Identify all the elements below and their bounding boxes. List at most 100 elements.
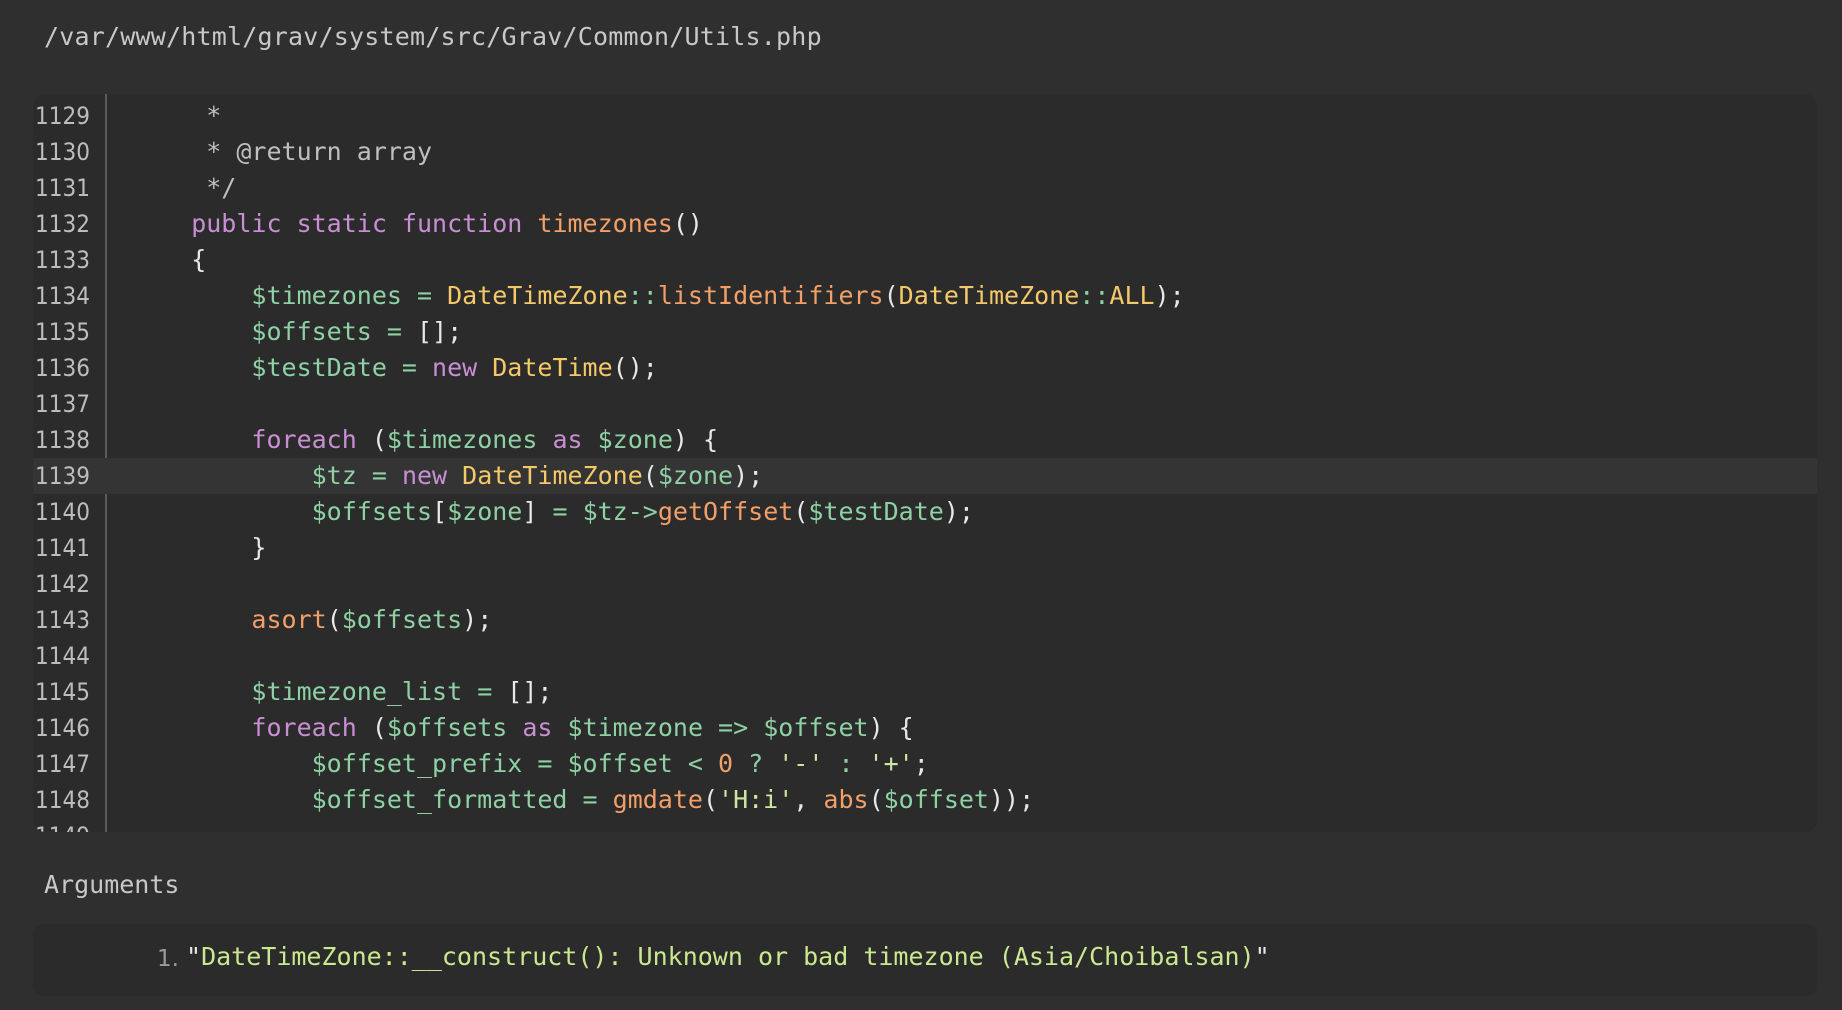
line-number: 1136 xyxy=(35,354,90,382)
code-token: ALL xyxy=(1109,281,1155,310)
code-token: DateTime xyxy=(492,353,613,382)
line-number: 1139 xyxy=(35,462,90,490)
code-source: $tz = new DateTimeZone($zone); xyxy=(131,458,764,494)
arguments-panel: 1. "DateTimeZone::__construct(): Unknown… xyxy=(33,924,1817,996)
code-token: , xyxy=(793,785,824,814)
code-token: ? xyxy=(733,749,779,778)
code-token: :: xyxy=(1079,281,1110,310)
code-line: 1142 xyxy=(33,566,1817,602)
code-token: = xyxy=(462,677,508,706)
code-token: * @return array xyxy=(131,137,433,166)
code-token: $offset_prefix xyxy=(131,749,523,778)
code-source: foreach ($timezones as $zone) { xyxy=(131,422,718,458)
code-token: ( xyxy=(371,425,387,454)
code-line: 1149 xyxy=(33,818,1817,832)
code-token: public static function xyxy=(131,209,538,238)
code-token: 'H:i' xyxy=(718,785,794,814)
code-line: 1129 * xyxy=(33,98,1817,134)
code-token: '-' xyxy=(778,749,824,778)
code-token: :: xyxy=(627,281,658,310)
line-number: 1138 xyxy=(35,426,90,454)
line-number: 1131 xyxy=(35,174,90,202)
code-token: ); xyxy=(943,497,974,526)
code-line: 1141 } xyxy=(33,530,1817,566)
code-token: '+' xyxy=(868,749,914,778)
code-line: 1132 public static function timezones() xyxy=(33,206,1817,242)
code-source: asort($offsets); xyxy=(131,602,492,638)
line-number: 1144 xyxy=(35,642,90,670)
code-token: : xyxy=(823,749,869,778)
code-line: 1136 $testDate = new DateTime(); xyxy=(33,350,1817,386)
code-token: $offsets xyxy=(131,317,372,346)
code-token: $timezones xyxy=(131,281,402,310)
code-source: $offset_formatted = gmdate('H:i', abs($o… xyxy=(131,782,1035,818)
code-token: < xyxy=(672,749,719,778)
code-source: $timezone_list = []; xyxy=(131,674,552,710)
code-line: 1138 foreach ($timezones as $zone) { xyxy=(33,422,1817,458)
line-number: 1132 xyxy=(35,210,90,238)
arguments-heading: Arguments xyxy=(44,870,180,899)
code-token: ] xyxy=(522,497,538,526)
line-number: 1137 xyxy=(35,390,90,418)
code-line: 1133 { xyxy=(33,242,1817,278)
code-source: * @return array xyxy=(131,134,432,170)
code-line: 1137 xyxy=(33,386,1817,422)
line-number: 1130 xyxy=(35,138,90,166)
code-token: ( xyxy=(868,785,884,814)
argument-index: 1. xyxy=(157,946,179,972)
quote-close: " xyxy=(1254,942,1270,971)
code-token: ); xyxy=(733,461,764,490)
code-token: $zone xyxy=(597,425,673,454)
line-number: 1133 xyxy=(35,246,90,274)
code-token: ( xyxy=(883,281,899,310)
line-number: 1135 xyxy=(35,318,90,346)
code-token: * xyxy=(131,101,222,130)
code-token: $offset xyxy=(883,785,989,814)
code-token: $zone xyxy=(447,497,523,526)
line-number: 1143 xyxy=(35,606,90,634)
code-token: DateTimeZone xyxy=(462,461,643,490)
code-token: timezones xyxy=(537,209,673,238)
code-token: = xyxy=(371,317,417,346)
code-token: new xyxy=(401,461,463,490)
line-number: 1146 xyxy=(35,714,90,742)
code-token: = xyxy=(537,497,583,526)
code-viewer[interactable]: 1129 * 1130 * @return array 1131 */1132 pu… xyxy=(33,94,1817,832)
code-token: ) { xyxy=(868,713,914,742)
code-source: $timezones = DateTimeZone::listIdentifie… xyxy=(131,278,1184,314)
code-source: } xyxy=(131,530,266,566)
code-source: foreach ($offsets as $timezone => $offse… xyxy=(131,710,914,746)
code-source: { xyxy=(131,242,206,278)
code-line: 1134 $timezones = DateTimeZone::listIden… xyxy=(33,278,1817,314)
file-path: /var/www/html/grav/system/src/Grav/Commo… xyxy=(44,22,822,51)
code-token: []; xyxy=(416,317,463,346)
code-token: $offset xyxy=(567,749,673,778)
code-token: ( xyxy=(642,461,658,490)
code-token: gmdate xyxy=(612,785,703,814)
code-token: $offsets xyxy=(386,713,508,742)
code-token: ; xyxy=(913,749,929,778)
code-source: $offsets[$zone] = $tz->getOffset($testDa… xyxy=(131,494,974,530)
argument-value[interactable]: "DateTimeZone::__construct(): Unknown or… xyxy=(186,942,1270,971)
code-token: = xyxy=(356,461,402,490)
code-token: ( xyxy=(702,785,719,814)
code-source: $offset_prefix = $offset < 0 ? '-' : '+'… xyxy=(131,746,929,782)
code-token: foreach xyxy=(131,425,372,454)
code-token: => xyxy=(703,713,764,742)
argument-text: DateTimeZone::__construct(): Unknown or … xyxy=(201,942,1255,971)
line-number: 1142 xyxy=(35,570,90,598)
code-token: foreach xyxy=(131,713,372,742)
code-token: new xyxy=(432,353,493,382)
code-line: 1143 asort($offsets); xyxy=(33,602,1817,638)
code-token: DateTimeZone xyxy=(898,281,1080,310)
code-token: listIdentifiers xyxy=(657,281,884,310)
code-line: 1130 * @return array xyxy=(33,134,1817,170)
code-line: 1146 foreach ($offsets as $timezone => $… xyxy=(33,710,1817,746)
code-line: 1135 $offsets = []; xyxy=(33,314,1817,350)
code-line: 1147 $offset_prefix = $offset < 0 ? '-' … xyxy=(33,746,1817,782)
code-token: { xyxy=(131,245,207,274)
code-line: 1139 $tz = new DateTimeZone($zone); xyxy=(33,458,1817,494)
code-line: 1145 $timezone_list = []; xyxy=(33,674,1817,710)
code-token: ( xyxy=(371,713,387,742)
code-token: } xyxy=(131,533,267,562)
